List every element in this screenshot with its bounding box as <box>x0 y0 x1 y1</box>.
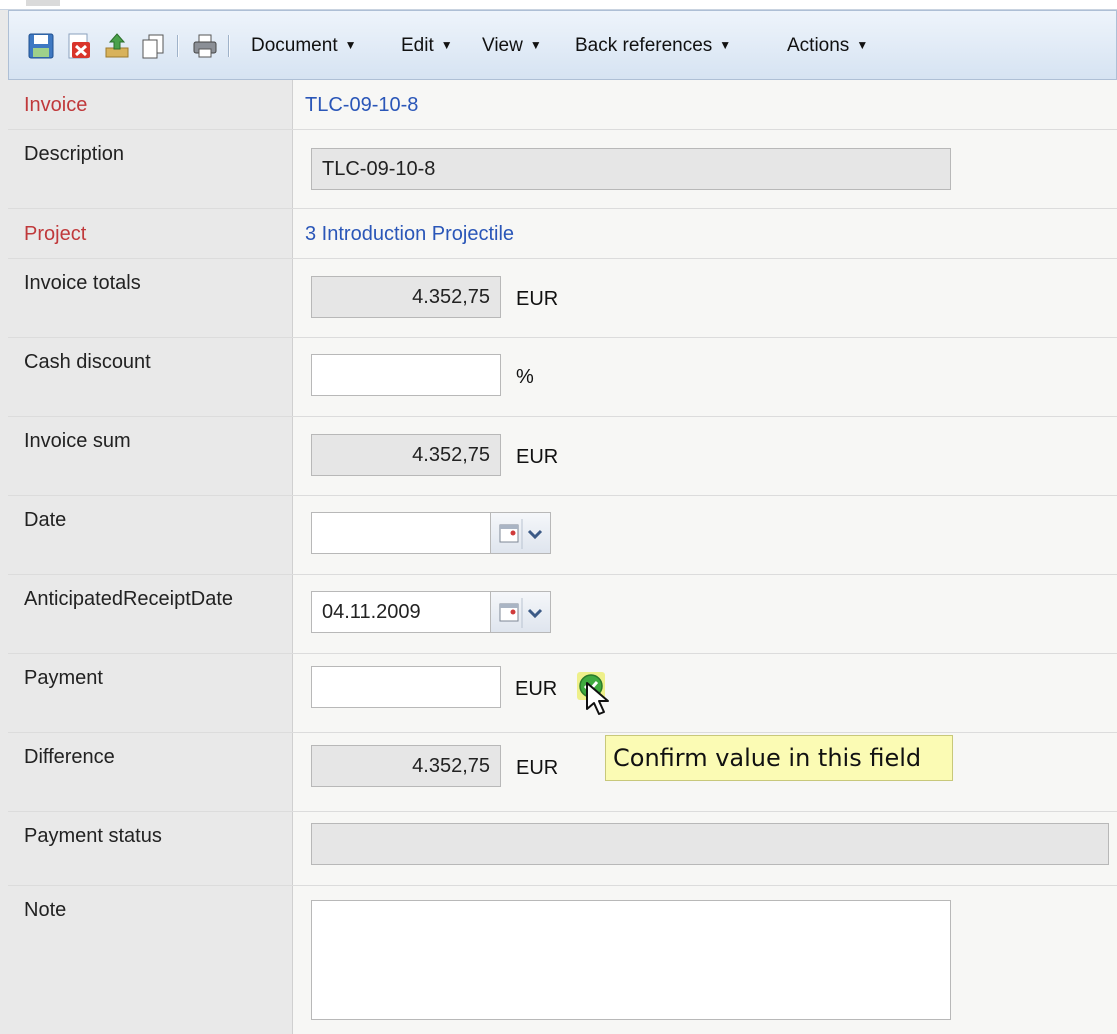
caret-down-icon: ▼ <box>719 38 732 52</box>
date-label: Date <box>8 496 293 574</box>
toolbar-separator <box>177 35 179 57</box>
invoice-totals-value-cell: 4.352,75 EUR <box>293 259 1117 337</box>
invoice-sum-unit: EUR <box>516 446 559 468</box>
description-field[interactable]: TLC-09-10-8 <box>311 148 951 190</box>
invoice-sum-row: Invoice sum 4.352,75 EUR <box>8 417 1117 496</box>
invoice-totals-unit: EUR <box>516 288 559 310</box>
project-label: Project <box>8 209 293 258</box>
difference-label: Difference <box>8 733 293 811</box>
invoice-link[interactable]: TLC-09-10-8 <box>305 94 418 117</box>
menu-back-references-label: Back references <box>575 35 713 56</box>
payment-unit: EUR <box>515 678 558 700</box>
invoice-row: Invoice TLC-09-10-8 <box>8 80 1117 130</box>
description-value-cell: TLC-09-10-8 <box>293 130 1117 208</box>
upload-icon[interactable] <box>103 32 131 60</box>
window-tab <box>26 0 60 6</box>
project-row: Project 3 Introduction Projectile <box>8 209 1117 259</box>
cash-discount-value-cell: % <box>293 338 1117 416</box>
cash-discount-row: Cash discount % <box>8 338 1117 417</box>
menu-document-label: Document <box>251 35 338 56</box>
project-value-cell: 3 Introduction Projectile <box>293 209 1117 258</box>
payment-row: Payment EUR <box>8 654 1117 733</box>
delete-icon[interactable] <box>65 32 93 60</box>
anticipated-receipt-date-input[interactable]: 04.11.2009 <box>311 591 491 633</box>
note-textarea[interactable] <box>311 900 951 1020</box>
cash-discount-unit: % <box>516 366 534 388</box>
toolbar-separator <box>228 35 230 57</box>
toolbar: Document ▼ Edit ▼ View ▼ Back references ▼ A… <box>8 10 1117 80</box>
invoice-totals-field[interactable]: 4.352,75 <box>311 276 501 318</box>
payment-status-field[interactable] <box>311 823 1109 865</box>
invoice-totals-label: Invoice totals <box>8 259 293 337</box>
anticipated-receipt-date-label: AnticipatedReceiptDate <box>8 575 293 653</box>
caret-down-icon: ▼ <box>344 38 357 52</box>
menu-view-label: View <box>482 35 523 56</box>
save-icon[interactable] <box>27 32 55 60</box>
note-label: Note <box>8 886 293 1034</box>
description-label: Description <box>8 130 293 208</box>
cash-discount-input[interactable] <box>311 354 501 396</box>
menu-actions-label: Actions <box>787 35 850 56</box>
difference-unit: EUR <box>516 757 559 779</box>
date-row: Date <box>8 496 1117 575</box>
confirm-tooltip: Confirm value in this field <box>605 735 953 781</box>
caret-down-icon: ▼ <box>856 38 869 52</box>
caret-down-icon: ▼ <box>440 38 453 52</box>
menu-edit[interactable]: Edit ▼ <box>401 35 453 57</box>
anticipated-date-picker-button[interactable] <box>491 591 551 633</box>
anticipated-receipt-date-row: AnticipatedReceiptDate 04.11.2009 <box>8 575 1117 654</box>
window-top-strip <box>0 0 1117 10</box>
payment-input[interactable] <box>311 666 501 708</box>
copy-icon[interactable] <box>139 32 167 60</box>
note-row: Note <box>8 886 1117 1034</box>
invoice-form: Invoice TLC-09-10-8 Description TLC-09-1… <box>8 80 1117 1034</box>
caret-down-icon: ▼ <box>529 38 542 52</box>
mouse-cursor-icon <box>585 681 615 724</box>
payment-status-label: Payment status <box>8 812 293 885</box>
project-link[interactable]: 3 Introduction Projectile <box>305 223 514 246</box>
payment-value-cell: EUR <box>293 654 1117 732</box>
menu-document[interactable]: Document ▼ <box>251 35 357 57</box>
invoice-sum-label: Invoice sum <box>8 417 293 495</box>
payment-status-row: Payment status <box>8 812 1117 886</box>
invoice-sum-value-cell: 4.352,75 EUR <box>293 417 1117 495</box>
date-picker-button[interactable] <box>491 512 551 554</box>
menu-back-references[interactable]: Back references ▼ <box>575 35 731 57</box>
menu-edit-label: Edit <box>401 35 434 56</box>
invoice-label: Invoice <box>8 80 293 129</box>
description-row: Description TLC-09-10-8 <box>8 130 1117 209</box>
payment-status-value-cell <box>293 812 1117 885</box>
invoice-totals-row: Invoice totals 4.352,75 EUR <box>8 259 1117 338</box>
payment-label: Payment <box>8 654 293 732</box>
anticipated-receipt-date-value-cell: 04.11.2009 <box>293 575 1117 653</box>
print-icon[interactable] <box>191 32 219 60</box>
note-value-cell <box>293 886 1117 1034</box>
date-value-cell <box>293 496 1117 574</box>
menu-actions[interactable]: Actions ▼ <box>787 35 868 57</box>
date-input[interactable] <box>311 512 491 554</box>
invoice-sum-field[interactable]: 4.352,75 <box>311 434 501 476</box>
difference-field[interactable]: 4.352,75 <box>311 745 501 787</box>
menu-view[interactable]: View ▼ <box>482 35 542 57</box>
cash-discount-label: Cash discount <box>8 338 293 416</box>
invoice-value-cell: TLC-09-10-8 <box>293 80 1117 129</box>
